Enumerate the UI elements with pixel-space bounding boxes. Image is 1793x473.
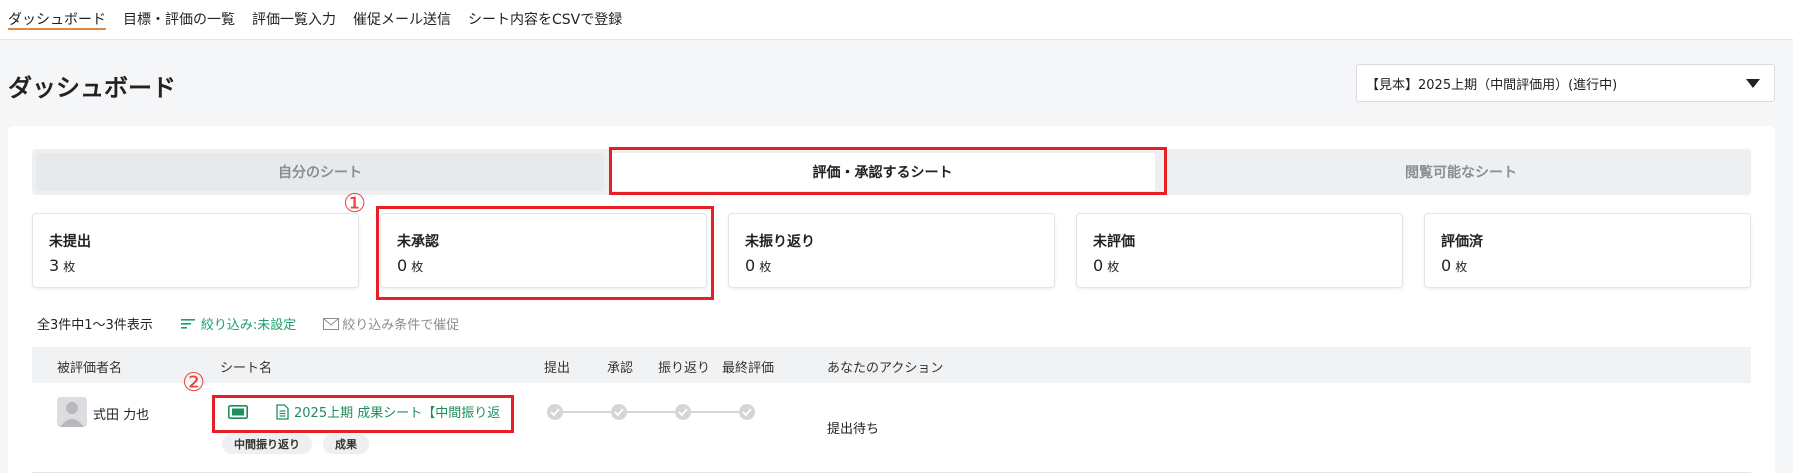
filter-button[interactable]: 絞り込み:未設定 [180,314,297,333]
stat-label: 未振り返り [745,234,815,250]
caret-down-icon [1746,79,1760,88]
period-select[interactable]: 【見本】2025上期（中間評価用）(進行中) [1356,64,1775,102]
stat-label: 未評価 [1093,234,1135,250]
progress-steps [547,404,755,420]
nav-bulk-input[interactable]: 評価一覧入力 [252,0,336,31]
annotation-marker-2: ② [182,368,206,398]
nav-dashboard[interactable]: ダッシュボード [8,0,106,30]
stat-label: 評価済 [1441,234,1483,250]
step-submit-icon [547,404,563,420]
tag-results: 成果 [323,434,369,454]
nav-goals-list[interactable]: 目標・評価の一覧 [123,0,235,31]
summary-row: 全3件中1〜3件表示 絞り込み:未設定 絞り込み条件で催促 [37,314,459,333]
col-review: 振り返り [658,361,711,376]
user-avatar-icon [60,402,84,427]
stat-card-unevaluated[interactable]: 未評価 0枚 [1076,213,1403,288]
remind-button[interactable]: 絞り込み条件で催促 [323,314,459,333]
stat-card-unreviewed[interactable]: 未振り返り 0枚 [728,213,1055,288]
annotation-marker-1: ① [343,189,367,219]
nav-reminder-mail[interactable]: 催促メール送信 [353,0,451,31]
page-title: ダッシュボード [8,74,176,102]
stat-count: 3枚 [49,256,76,275]
col-final: 最終評価 [722,361,775,376]
stat-count: 0枚 [1441,256,1468,275]
col-action: あなたのアクション [827,361,944,376]
col-person: 被評価者名 [57,361,123,376]
nav-csv-import[interactable]: シート内容をCSVで登録 [468,0,622,31]
tab-my-sheets[interactable]: 自分のシート [36,153,604,191]
stat-card-evaluated[interactable]: 評価済 0枚 [1424,213,1751,288]
step-final-icon [739,404,755,420]
highlight-stat-box [376,206,714,300]
top-nav: ダッシュボード 目標・評価の一覧 評価一覧入力 催促メール送信 シート内容をCS… [0,0,1793,40]
result-count: 全3件中1〜3件表示 [37,318,153,333]
period-select-value: 【見本】2025上期（中間評価用）(進行中) [1366,77,1618,93]
step-review-icon [675,404,691,420]
avatar [57,397,87,427]
highlight-tab-box [609,147,1167,195]
person-name[interactable]: 式田 力也 [93,404,149,423]
stat-count: 0枚 [745,256,772,275]
tab-viewable-sheets[interactable]: 閲覧可能なシート [1176,153,1746,191]
tag-midterm-review: 中間振り返り [222,434,312,454]
remind-label: 絞り込み条件で催促 [342,318,460,333]
col-approve: 承認 [607,361,634,376]
mail-icon [323,317,340,330]
filter-label: 絞り込み:未設定 [200,318,297,333]
step-approve-icon [611,404,627,420]
action-status: 提出待ち [827,422,880,437]
col-sheet: シート名 [220,361,273,376]
stat-count: 0枚 [1093,256,1120,275]
table-header: 被評価者名 シート名 提出 承認 振り返り 最終評価 あなたのアクション [32,347,1751,383]
highlight-sheet-box [212,395,514,433]
stat-card-unsubmitted[interactable]: 未提出 3枚 [32,213,359,288]
filter-icon [180,318,195,329]
stat-label: 未提出 [49,234,91,250]
col-submit: 提出 [544,361,571,376]
